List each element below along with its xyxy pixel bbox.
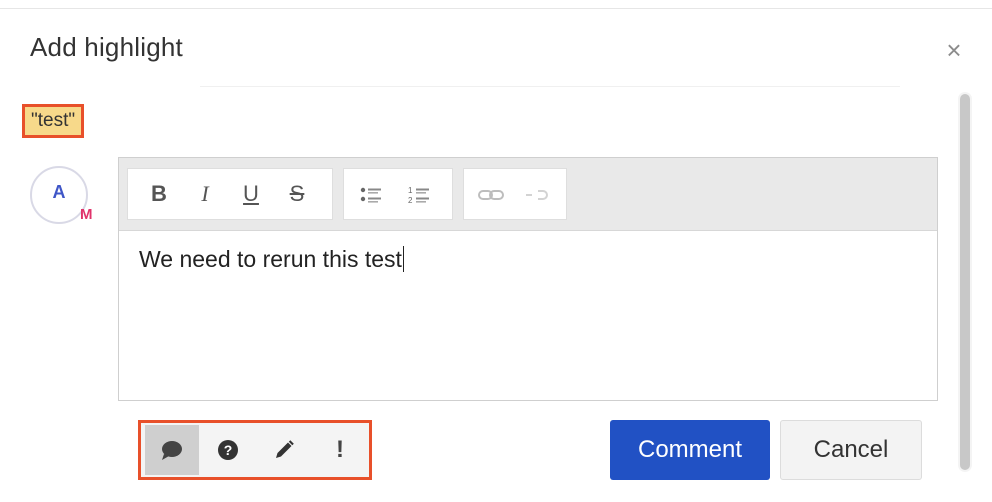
numbered-list-icon[interactable]: 1 2 bbox=[402, 169, 436, 219]
editor-toolbar: B I U S 1 2 bbox=[119, 158, 937, 231]
comment-type-selector: ? ! bbox=[138, 420, 372, 480]
link-group bbox=[463, 168, 567, 220]
close-icon[interactable]: × bbox=[940, 36, 968, 64]
italic-button[interactable]: I bbox=[188, 169, 222, 219]
highlighted-quote: "test" bbox=[22, 104, 85, 138]
top-divider bbox=[0, 8, 992, 9]
title-divider bbox=[200, 86, 900, 87]
comment-text-area[interactable]: We need to rerun this test bbox=[139, 246, 404, 273]
svg-text:1: 1 bbox=[408, 186, 413, 195]
avatar-initial: A bbox=[52, 182, 66, 202]
bold-button[interactable]: B bbox=[142, 169, 176, 219]
underline-button[interactable]: U bbox=[234, 169, 268, 219]
text-caret bbox=[402, 246, 404, 272]
svg-text:?: ? bbox=[224, 442, 233, 458]
link-icon[interactable] bbox=[474, 169, 508, 219]
dialog-title: Add highlight bbox=[30, 32, 183, 62]
list-group: 1 2 bbox=[343, 168, 453, 220]
question-icon[interactable]: ? bbox=[201, 425, 255, 475]
text-format-group: B I U S bbox=[127, 168, 333, 220]
exclamation-label: ! bbox=[336, 436, 344, 463]
exclamation-icon[interactable]: ! bbox=[313, 425, 367, 475]
comment-text: We need to rerun this test bbox=[139, 246, 402, 272]
strikethrough-button[interactable]: S bbox=[280, 169, 314, 219]
unlink-icon[interactable] bbox=[520, 169, 554, 219]
comment-button[interactable]: Comment bbox=[610, 420, 770, 480]
comment-editor: B I U S 1 2 We need to rerun this test bbox=[118, 157, 938, 401]
avatar-badge: M bbox=[80, 206, 93, 223]
comment-bubble-icon[interactable] bbox=[145, 425, 199, 475]
pencil-icon[interactable] bbox=[257, 425, 311, 475]
bullet-list-icon[interactable] bbox=[354, 169, 388, 219]
cancel-button[interactable]: Cancel bbox=[780, 420, 922, 480]
scrollbar-thumb[interactable] bbox=[960, 94, 970, 470]
svg-text:2: 2 bbox=[408, 196, 413, 205]
